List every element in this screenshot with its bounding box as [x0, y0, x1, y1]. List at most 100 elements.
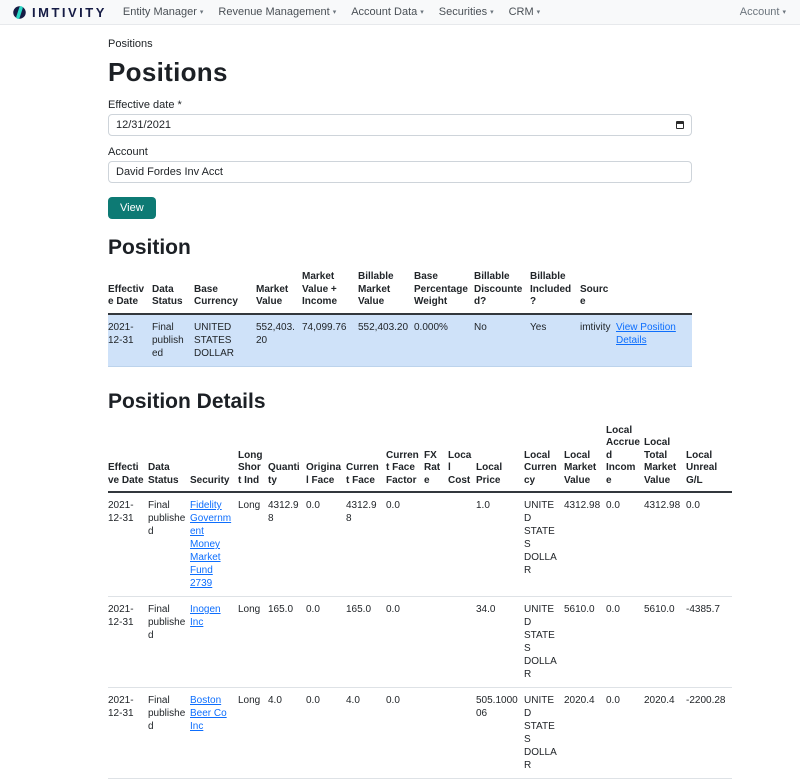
cell: 4312.98 [644, 492, 686, 597]
cell: Final published [148, 492, 190, 597]
cell [424, 492, 448, 597]
cell [448, 492, 476, 597]
cell: Boston Beer Co Inc [190, 688, 238, 779]
table-row: 2021-12-31Final publishedBoston Beer Co … [108, 688, 732, 779]
brand-name: IMTIVITY [32, 5, 107, 20]
position-details-heading: Position Details [108, 390, 692, 414]
cell: 1.0 [476, 492, 524, 597]
cell: UNITED STATES DOLLAR [524, 688, 564, 779]
brand-logo[interactable]: IMTIVITY [12, 5, 107, 20]
cell: Yes [530, 314, 580, 367]
cell: 2020.4 [564, 688, 606, 779]
cell: 2020.4 [644, 688, 686, 779]
cell: 2021-12-31 [108, 314, 152, 367]
effective-date-input[interactable] [108, 114, 692, 136]
column-header: Billable Included? [530, 268, 580, 314]
cell: 505.100006 [476, 688, 524, 779]
cell: 5610.0 [644, 597, 686, 688]
column-header: Local Price [476, 422, 524, 493]
cell: 0.0 [386, 597, 424, 688]
position-header-row: Effective DateData StatusBase CurrencyMa… [108, 268, 692, 314]
column-header: Billable Discounted? [474, 268, 530, 314]
cell: Final published [152, 314, 194, 367]
column-header: Effective Date [108, 422, 148, 493]
cell: -2200.28 [686, 688, 732, 779]
cell [424, 688, 448, 779]
nav-crm[interactable]: CRM▾ [509, 6, 541, 18]
cell: Final published [148, 688, 190, 779]
cell: 0.0 [606, 688, 644, 779]
column-header: Current Face [346, 422, 386, 493]
column-header: Local Cost [448, 422, 476, 493]
nav-securities[interactable]: Securities▾ [439, 6, 494, 18]
cell: 0.000% [414, 314, 474, 367]
chevron-down-icon: ▾ [490, 9, 494, 16]
nav-entity-manager[interactable]: Entity Manager▾ [123, 6, 204, 18]
column-header: Local Accrued Income [606, 422, 644, 493]
column-header: Local Market Value [564, 422, 606, 493]
nav-account-menu[interactable]: Account▾ [740, 6, 786, 18]
effective-date-label: Effective date * [108, 99, 692, 111]
chevron-down-icon: ▾ [537, 9, 541, 16]
column-header: FX Rate [424, 422, 448, 493]
position-heading: Position [108, 236, 692, 260]
imtivity-logo-icon [12, 5, 27, 20]
cell: 4.0 [346, 688, 386, 779]
cell: Inogen Inc [190, 597, 238, 688]
cell: No [474, 314, 530, 367]
security-link[interactable]: Inogen Inc [190, 604, 221, 628]
cell [424, 597, 448, 688]
column-header: Original Face [306, 422, 346, 493]
cell: 552,403.20 [358, 314, 414, 367]
security-link[interactable]: Boston Beer Co Inc [190, 695, 227, 732]
table-row: 2021-12-31Final publishedFidelity Govern… [108, 492, 732, 597]
details-header-row: Effective DateData StatusSecurityLong Sh… [108, 422, 732, 493]
cell: Fidelity Government Money Market Fund 27… [190, 492, 238, 597]
account-input[interactable] [108, 161, 692, 183]
cell: 5610.0 [564, 597, 606, 688]
nav-revenue-management[interactable]: Revenue Management▾ [218, 6, 336, 18]
column-header: Current Face Factor [386, 422, 424, 493]
cell: Long [238, 597, 268, 688]
cell: Final published [148, 597, 190, 688]
cell: 0.0 [686, 492, 732, 597]
column-header: Security [190, 422, 238, 493]
chevron-down-icon: ▾ [200, 9, 204, 16]
column-header: Local Unreal G/L [686, 422, 732, 493]
cell: 0.0 [306, 597, 346, 688]
cell: 2021-12-31 [108, 492, 148, 597]
cell: 165.0 [268, 597, 306, 688]
position-row: 2021-12-31Final publishedUNITED STATES D… [108, 314, 692, 367]
column-header: Market Value [256, 268, 302, 314]
account-label: Account [108, 146, 692, 158]
cell: -4385.7 [686, 597, 732, 688]
cell [448, 688, 476, 779]
position-details-table: Effective DateData StatusSecurityLong Sh… [108, 422, 732, 779]
chevron-down-icon: ▾ [333, 9, 337, 16]
view-button[interactable]: View [108, 197, 156, 219]
cell: 4312.98 [346, 492, 386, 597]
cell: 4312.98 [268, 492, 306, 597]
column-header: Data Status [152, 268, 194, 314]
cell: Long [238, 492, 268, 597]
chevron-down-icon: ▾ [420, 9, 424, 16]
column-header: Quantity [268, 422, 306, 493]
column-header: Market Value + Income [302, 268, 358, 314]
column-header: Base Currency [194, 268, 256, 314]
cell: 4.0 [268, 688, 306, 779]
cell: 74,099.76 [302, 314, 358, 367]
column-header: Source [580, 268, 616, 314]
column-header: Local Total Market Value [644, 422, 686, 493]
cell: UNITED STATES DOLLAR [524, 597, 564, 688]
cell: 0.0 [606, 597, 644, 688]
cell: 34.0 [476, 597, 524, 688]
view-position-details-link[interactable]: View Position Details [616, 322, 676, 346]
cell-link: View Position Details [616, 314, 692, 367]
security-link[interactable]: Fidelity Government Money Market Fund 27… [190, 500, 231, 589]
cell: 0.0 [386, 688, 424, 779]
table-row: 2021-12-31Final publishedInogen IncLong1… [108, 597, 732, 688]
nav-account-data[interactable]: Account Data▾ [351, 6, 424, 18]
cell: 552,403.20 [256, 314, 302, 367]
cell: UNITED STATES DOLLAR [524, 492, 564, 597]
column-header-empty [616, 268, 692, 314]
